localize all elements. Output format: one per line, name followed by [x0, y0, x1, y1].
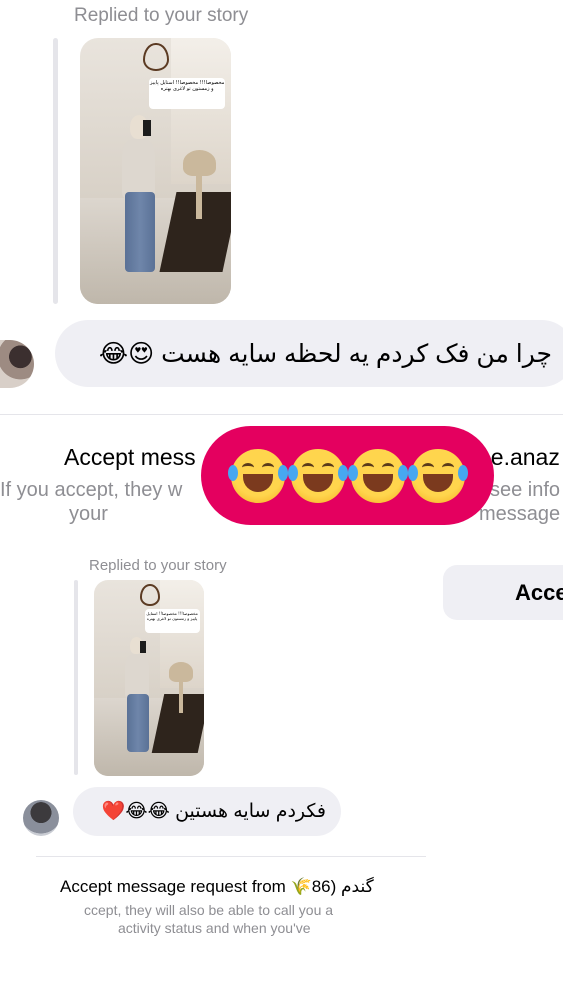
joy-emoji-icon	[287, 448, 348, 503]
joy-emoji-icon	[347, 448, 408, 503]
joy-emoji-icon	[227, 448, 288, 503]
accept-info-text-2: activity status and when you've	[118, 920, 311, 936]
joy-emoji-icon	[407, 448, 468, 503]
divider	[36, 856, 426, 857]
story-sticker-text: مخصوصا!!! مخصوصا!! استایل پاییز و زمستون…	[149, 77, 225, 110]
story-thumbnail[interactable]: مخصوصا!!! مخصوصا!! استایل پاییز و زمستون…	[80, 38, 231, 304]
accept-button-label: Accep	[515, 580, 563, 605]
sender-avatar[interactable]	[0, 340, 34, 388]
accept-info-text-2-right: message	[479, 503, 561, 525]
accept-info-text-right: see info	[490, 479, 561, 501]
replied-to-story-label: Replied to your story	[89, 557, 227, 574]
message-text: فکردم سایه هستین 😂😂❤️	[101, 801, 326, 822]
accept-info-text-2: your	[69, 503, 108, 525]
accept-info-text: ccept, they will also be able to call yo…	[84, 902, 334, 918]
accept-request-title: Accept mess	[64, 444, 196, 470]
story-thumbnail[interactable]: مخصوصا!!! مخصوصا!! استایل پاییز و زمستون…	[94, 580, 204, 776]
story-image: مخصوصا!!! مخصوصا!! استایل پاییز و زمستون…	[94, 580, 204, 776]
sender-avatar[interactable]	[23, 800, 59, 836]
accept-request-title: Accept message request from 🌾گندم (86	[60, 877, 374, 896]
story-image: مخصوصا!!! مخصوصا!! استایل پاییز و زمستون…	[80, 38, 231, 304]
story-sticker-text: مخصوصا!!! مخصوصا!! استایل پاییز و زمستون…	[144, 609, 200, 633]
accept-info-text: If you accept, they w	[0, 479, 183, 501]
message-text: چرا من فک کردم یه لحظه سایه هست 😍😂	[98, 340, 552, 368]
divider	[0, 414, 563, 415]
replied-to-story-label: Replied to your story	[74, 5, 249, 26]
reaction-pill[interactable]	[201, 426, 494, 525]
story-reply-bar	[53, 38, 58, 304]
story-reply-bar	[74, 580, 78, 775]
